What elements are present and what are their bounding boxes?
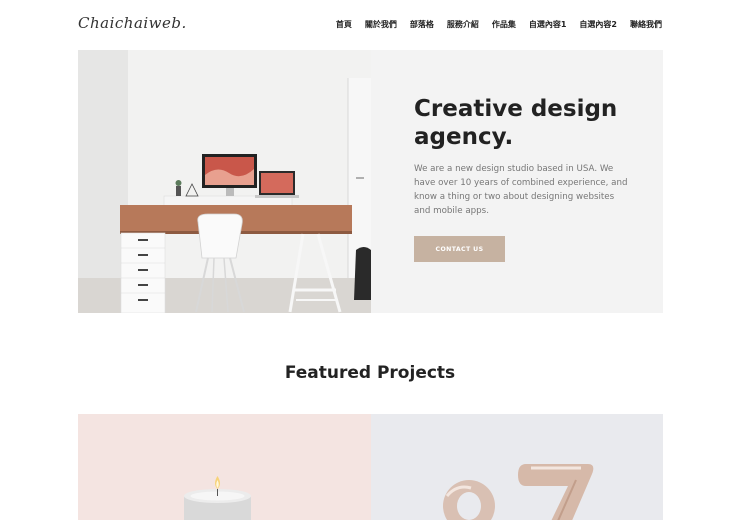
nav-item-custom-1[interactable]: 自選內容1 — [529, 19, 567, 30]
nav-item-custom-2[interactable]: 自選內容2 — [579, 19, 617, 30]
main-nav: 首頁 關於我們 部落格 服務介紹 作品集 自選內容1 自選內容2 聯絡我們 — [336, 19, 662, 30]
nav-item-services[interactable]: 服務介紹 — [447, 19, 479, 30]
nav-item-blog[interactable]: 部落格 — [410, 19, 434, 30]
nav-item-portfolio[interactable]: 作品集 — [492, 19, 516, 30]
candle-image — [78, 414, 371, 520]
nav-item-about[interactable]: 關於我們 — [365, 19, 397, 30]
contact-us-button[interactable]: CONTACT US — [414, 236, 505, 262]
site-logo[interactable]: Chaichaiweb. — [78, 14, 187, 32]
hero-description: We are a new design studio based in USA.… — [414, 164, 628, 216]
nav-item-contact[interactable]: 聯絡我們 — [630, 19, 662, 30]
hero-text-panel: Creative design agency. We are a new des… — [371, 50, 663, 313]
project-card-candle[interactable] — [78, 414, 371, 520]
featured-projects-heading: Featured Projects — [284, 363, 456, 383]
featured-projects-grid — [78, 414, 663, 520]
hero-section: Creative design agency. We are a new des… — [78, 50, 663, 313]
nav-item-home[interactable]: 首頁 — [336, 19, 352, 30]
hero-title: Creative design agency. — [414, 96, 618, 150]
number-balloons-image — [371, 414, 663, 520]
hero-workspace-image — [78, 50, 371, 313]
project-card-balloons[interactable] — [371, 414, 663, 520]
